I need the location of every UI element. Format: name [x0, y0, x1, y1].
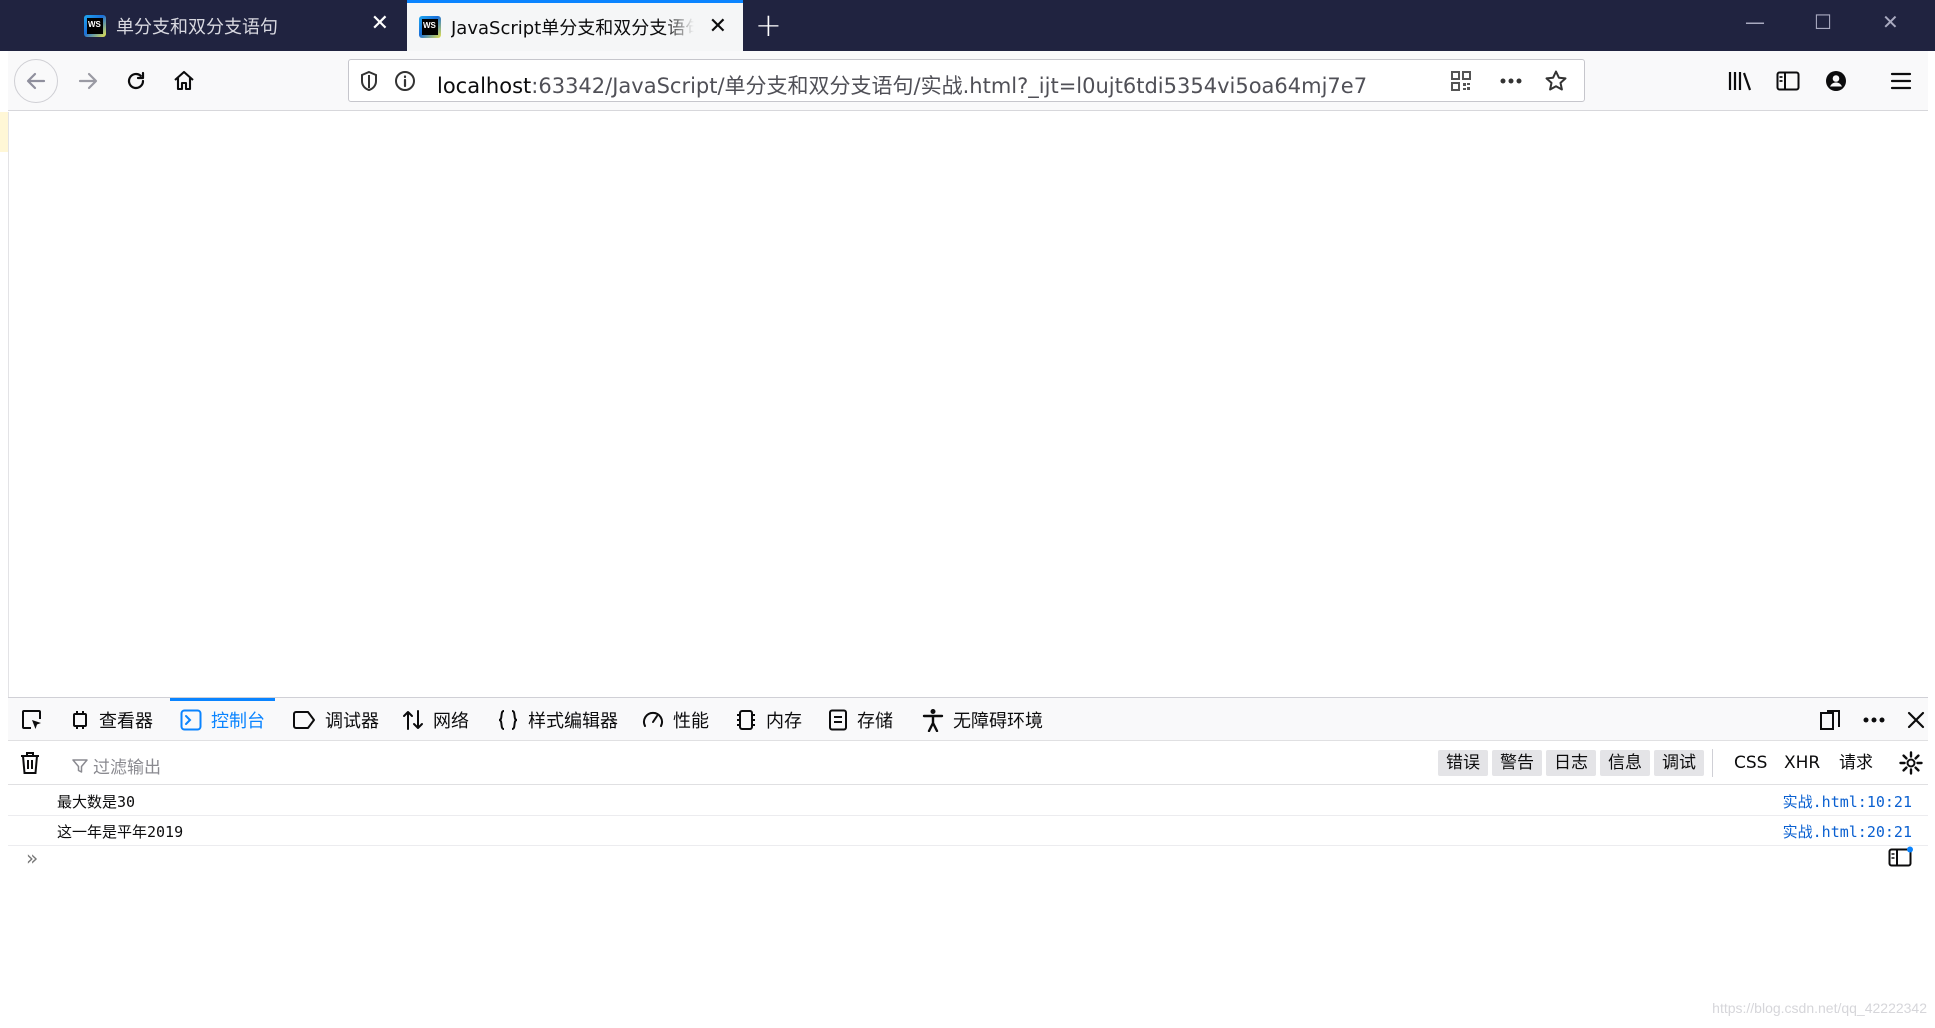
reload-button[interactable] — [114, 51, 158, 111]
tab-storage[interactable]: 存储 — [828, 698, 893, 741]
console-message: 这一年是平年2019 实战.html:20:21 — [8, 816, 1928, 846]
console-message-text: 这一年是平年2019 — [57, 823, 184, 841]
filter-errors-button[interactable]: 错误 — [1438, 750, 1488, 776]
notification-edge — [0, 112, 8, 152]
devtools-toolbar: 查看器 控制台 调试器 网络 样式编辑器 性能 内存 存储 无障碍环境 — [8, 698, 1928, 741]
tab-title: JavaScript单分支和双分支语句 — [451, 18, 694, 39]
tracking-protection-shield-icon[interactable] — [357, 69, 381, 93]
hamburger-menu-icon — [1890, 72, 1912, 90]
back-arrow-icon — [26, 72, 46, 90]
element-picker-icon — [22, 709, 41, 729]
forward-button[interactable] — [66, 51, 110, 111]
page-actions-icon[interactable] — [1499, 69, 1523, 93]
devtools-panel: 查看器 控制台 调试器 网络 样式编辑器 性能 内存 存储 无障碍环境 过滤输出… — [8, 697, 1928, 1020]
tab-inactive[interactable]: WS 单分支和双分支语句 ✕ — [70, 0, 405, 51]
filter-css-button[interactable]: CSS — [1734, 750, 1767, 776]
console-message-location-link[interactable]: 实战.html:20:21 — [1783, 821, 1912, 842]
filter-warnings-button[interactable]: 警告 — [1492, 750, 1542, 776]
close-icon — [1907, 711, 1925, 729]
qr-code-icon[interactable] — [1449, 69, 1473, 93]
network-icon — [403, 709, 423, 730]
maximize-button[interactable]: ☐ — [1814, 10, 1832, 34]
url-text[interactable]: localhost:63342/JavaScript/单分支和双分支语句/实战.… — [437, 70, 1367, 100]
console-icon — [180, 709, 202, 730]
inspector-icon — [73, 710, 87, 729]
tab-strip: WS 单分支和双分支语句 ✕ WS JavaScript单分支和双分支语句 ✕ … — [0, 0, 1935, 51]
back-button[interactable] — [14, 59, 58, 103]
tab-title: 单分支和双分支语句 — [116, 16, 278, 38]
filter-debug-button[interactable]: 调试 — [1654, 750, 1704, 776]
filter-output-input[interactable]: 过滤输出 — [72, 753, 161, 778]
page-content — [8, 112, 1926, 697]
tab-debugger[interactable]: 调试器 — [292, 698, 379, 741]
watermark: https://blog.csdn.net/qq_42222342 — [1712, 1000, 1927, 1016]
tab-active[interactable]: WS JavaScript单分支和双分支语句 ✕ — [407, 0, 743, 51]
home-button[interactable] — [162, 51, 206, 111]
sidebar-icon — [1776, 71, 1800, 91]
console-message-text: 最大数是30 — [57, 793, 136, 811]
menu-button[interactable] — [1879, 51, 1923, 111]
url-bar[interactable]: localhost:63342/JavaScript/单分支和双分支语句/实战.… — [348, 59, 1585, 102]
account-icon — [1826, 71, 1846, 91]
bookmark-star-icon[interactable] — [1544, 69, 1568, 93]
performance-icon — [643, 711, 663, 727]
tab-performance[interactable]: 性能 — [642, 698, 709, 741]
filter-info-button[interactable]: 信息 — [1600, 750, 1650, 776]
more-icon — [1863, 717, 1885, 723]
reload-icon — [127, 71, 145, 90]
editor-mode-toggle-button[interactable] — [1888, 846, 1914, 872]
site-info-icon[interactable] — [393, 69, 417, 93]
accessibility-icon — [922, 708, 944, 732]
console-input-prompt[interactable]: » — [26, 846, 38, 870]
library-icon — [1728, 72, 1752, 91]
close-tab-icon[interactable]: ✕ — [371, 13, 389, 35]
filter-xhr-button[interactable]: XHR — [1784, 750, 1820, 776]
dock-icon — [1820, 710, 1840, 730]
minimize-button[interactable]: — — [1745, 10, 1765, 34]
tab-accessibility[interactable]: 无障碍环境 — [922, 698, 1043, 741]
dock-toggle-button[interactable] — [1816, 706, 1844, 734]
clear-console-button[interactable] — [20, 751, 40, 779]
style-editor-icon — [498, 709, 518, 730]
gear-icon — [1899, 751, 1923, 775]
memory-icon — [737, 709, 755, 730]
navigation-toolbar: localhost:63342/JavaScript/单分支和双分支语句/实战.… — [8, 51, 1928, 111]
sidebar-button[interactable] — [1766, 51, 1810, 111]
tab-inspector[interactable]: 查看器 — [70, 698, 153, 741]
forward-arrow-icon — [78, 72, 98, 90]
account-button[interactable] — [1814, 51, 1858, 111]
trash-icon — [21, 752, 39, 774]
console-message-location-link[interactable]: 实战.html:10:21 — [1783, 791, 1912, 812]
filter-divider — [1712, 749, 1713, 777]
element-picker-button[interactable] — [20, 698, 53, 741]
split-console-icon — [1888, 846, 1913, 867]
webstorm-favicon-icon: WS — [419, 16, 441, 38]
library-button[interactable] — [1718, 51, 1762, 111]
storage-icon — [829, 709, 847, 730]
window-close-button[interactable]: ✕ — [1882, 10, 1899, 34]
filter-logs-button[interactable]: 日志 — [1546, 750, 1596, 776]
home-icon — [174, 70, 194, 91]
devtools-close-button[interactable] — [1902, 706, 1930, 734]
webstorm-favicon-icon: WS — [84, 14, 106, 37]
filter-requests-button[interactable]: 请求 — [1839, 750, 1873, 776]
close-tab-icon[interactable]: ✕ — [709, 16, 727, 38]
console-message: 最大数是30 实战.html:10:21 — [8, 786, 1928, 816]
new-tab-button[interactable]: + — [755, 8, 782, 42]
console-settings-button[interactable] — [1899, 751, 1923, 779]
tab-memory[interactable]: 内存 — [735, 698, 802, 741]
tab-style-editor[interactable]: 样式编辑器 — [497, 698, 618, 741]
tab-console[interactable]: 控制台 — [170, 698, 275, 741]
devtools-more-button[interactable] — [1860, 706, 1888, 734]
debugger-icon — [293, 710, 315, 729]
tab-network[interactable]: 网络 — [402, 698, 469, 741]
console-filter-bar: 过滤输出 错误 警告 日志 信息 调试 CSS XHR 请求 — [8, 741, 1928, 785]
filter-funnel-icon — [72, 758, 88, 773]
